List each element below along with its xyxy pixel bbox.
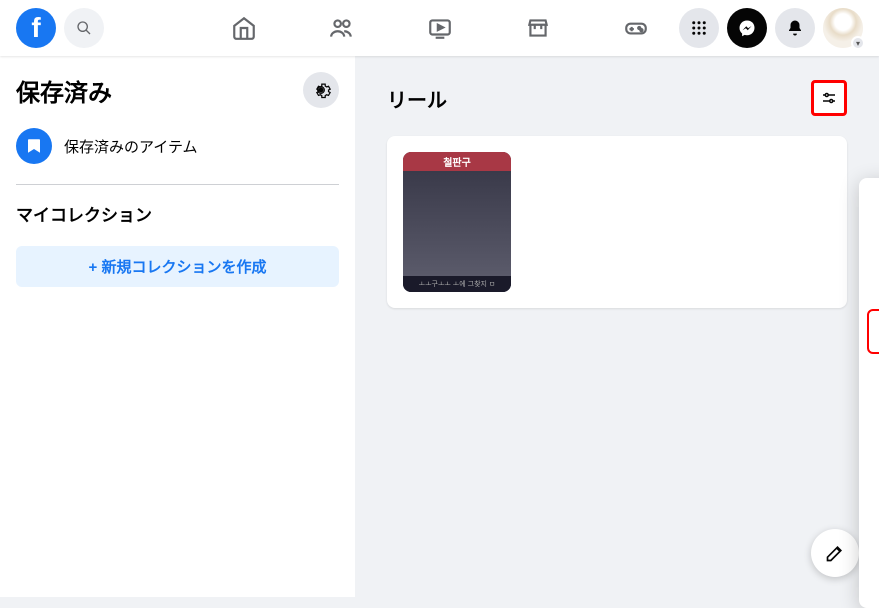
search-icon [76, 20, 92, 36]
search-button[interactable] [64, 8, 104, 48]
filter-option-event[interactable]: イベント [867, 477, 879, 518]
nav-gaming[interactable] [591, 4, 681, 52]
grid-icon [690, 19, 708, 37]
watch-icon [427, 15, 453, 41]
right-navigation: ▾ [679, 8, 863, 48]
marketplace-icon [525, 15, 551, 41]
filter-option-photo[interactable]: 写真 [867, 354, 879, 395]
sidebar-title: 保存済み [16, 73, 112, 108]
nav-watch[interactable] [395, 4, 485, 52]
saved-icon [16, 128, 52, 164]
sidebar-item-label: 保存済みのアイテム [64, 136, 198, 157]
settings-button[interactable] [303, 72, 339, 108]
content-header: リール [387, 80, 847, 116]
filter-icon [820, 89, 838, 107]
nav-marketplace[interactable] [493, 4, 583, 52]
bell-icon [786, 19, 804, 37]
nav-friends[interactable] [297, 4, 387, 52]
menu-button[interactable] [679, 8, 719, 48]
left-sidebar: 保存済み 保存済みのアイテム マイコレクション + 新規コレクションを作成 [0, 56, 355, 597]
divider [16, 184, 339, 185]
thumb-text-bottom: ㅗㅗ구ㅗㅗ ㅗ에 그찾지 ㅁ [403, 276, 511, 292]
filter-button[interactable] [811, 80, 847, 116]
filter-dropdown: すべて リンク 動画 リール✓ 写真 スポット 製品 イベント クーポン その他 [859, 178, 879, 608]
filter-option-link[interactable]: リンク [867, 227, 879, 268]
logo-letter: f [31, 12, 40, 44]
main-layout: 保存済み 保存済みのアイテム マイコレクション + 新規コレクションを作成 リー… [0, 56, 879, 597]
center-navigation [199, 4, 681, 52]
reel-thumbnail: 철판구 ㅗㅗ구ㅗㅗ ㅗ에 그찾지 ㅁ [403, 152, 511, 292]
nav-home[interactable] [199, 4, 289, 52]
messenger-button[interactable] [727, 8, 767, 48]
create-collection-button[interactable]: + 新規コレクションを作成 [16, 246, 339, 287]
chevron-down-icon: ▾ [851, 36, 865, 50]
filter-option-video[interactable]: 動画 [867, 268, 879, 309]
thumb-text-top: 철판구 [403, 152, 511, 171]
messenger-icon [738, 19, 756, 37]
compose-button[interactable] [811, 529, 859, 577]
filter-option-other[interactable]: その他 [867, 559, 879, 600]
filter-option-product[interactable]: 製品 [867, 436, 879, 477]
gear-icon [311, 80, 331, 100]
notifications-button[interactable] [775, 8, 815, 48]
friends-icon [329, 15, 355, 41]
account-avatar[interactable]: ▾ [823, 8, 863, 48]
content-title: リール [387, 84, 447, 113]
sidebar-header: 保存済み [8, 72, 347, 120]
thumb-image [403, 171, 511, 276]
reel-card[interactable]: 철판구 ㅗㅗ구ㅗㅗ ㅗ에 그찾지 ㅁ [387, 136, 847, 308]
facebook-logo[interactable]: f [16, 8, 56, 48]
filter-option-spot[interactable]: スポット [867, 395, 879, 436]
create-collection-label: + 新規コレクションを作成 [89, 256, 267, 277]
filter-option-reel[interactable]: リール✓ [867, 309, 879, 354]
top-navigation-bar: f ▾ [0, 0, 879, 56]
edit-icon [825, 543, 845, 563]
sidebar-item-saved[interactable]: 保存済みのアイテム [8, 120, 347, 172]
filter-option-all[interactable]: すべて [867, 186, 879, 227]
filter-option-coupon[interactable]: クーポン [867, 518, 879, 559]
gaming-icon [623, 15, 649, 41]
home-icon [231, 15, 257, 41]
section-title: マイコレクション [8, 197, 347, 238]
content-area: リール 철판구 ㅗㅗ구ㅗㅗ ㅗ에 그찾지 ㅁ すべて リンク 動画 リール✓ 写… [355, 56, 879, 597]
